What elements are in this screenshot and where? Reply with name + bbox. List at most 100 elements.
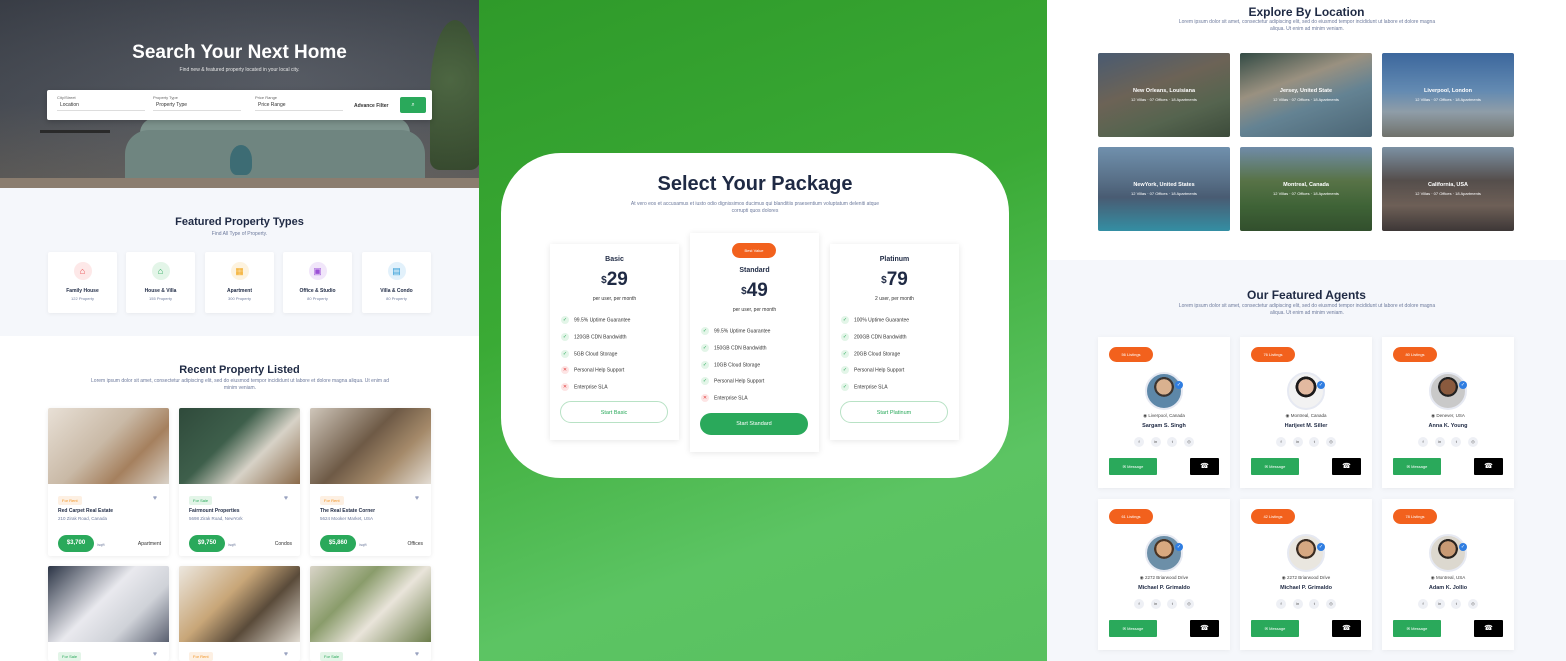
message-button[interactable]: ✉ Message bbox=[1109, 458, 1157, 475]
twitter-icon[interactable]: t bbox=[1451, 599, 1462, 609]
feature-text: 99.5% Uptime Guarantee bbox=[574, 317, 631, 324]
start-basic-button[interactable]: Start Basic bbox=[560, 401, 668, 423]
property-card[interactable]: For Rent ♥ bbox=[179, 566, 300, 661]
property-card[interactable]: For Rent ♥ The Real Estate Corner 5624 M… bbox=[310, 408, 431, 556]
instagram-icon[interactable]: ◎ bbox=[1467, 599, 1478, 609]
start-standard-button[interactable]: Start Standard bbox=[700, 413, 808, 435]
facebook-icon[interactable]: f bbox=[1418, 599, 1428, 609]
social-links: f in t ◎ bbox=[1418, 437, 1478, 447]
call-button[interactable]: ☎ bbox=[1190, 458, 1219, 475]
verified-icon: ✓ bbox=[1459, 543, 1467, 551]
status-badge: For Sale bbox=[320, 652, 344, 661]
linkedin-icon[interactable]: in bbox=[1292, 437, 1303, 447]
location-card[interactable]: California, USA 12 Villas · 07 Offices ·… bbox=[1382, 147, 1514, 231]
price-unit: /sqft bbox=[228, 542, 236, 547]
property-type-field[interactable]: Property Type Property Type bbox=[153, 95, 241, 111]
feature-item: ✕ Enterprise SLA bbox=[561, 383, 608, 391]
facebook-icon[interactable]: f bbox=[1418, 437, 1428, 447]
facebook-icon[interactable]: f bbox=[1134, 437, 1144, 447]
twitter-icon[interactable]: t bbox=[1451, 437, 1462, 447]
social-links: f in t ◎ bbox=[1134, 599, 1194, 609]
advance-filter-link[interactable]: Advance Filter bbox=[354, 103, 388, 109]
location-card[interactable]: Liverpool, London 12 Villas · 07 Offices… bbox=[1382, 53, 1514, 137]
instagram-icon[interactable]: ◎ bbox=[1467, 437, 1478, 447]
location-card[interactable]: New Orleans, Louisiana 12 Villas · 07 Of… bbox=[1098, 53, 1230, 137]
heart-icon[interactable]: ♥ bbox=[284, 651, 288, 658]
plan-name: Platinum bbox=[879, 256, 910, 263]
heart-icon[interactable]: ♥ bbox=[284, 495, 288, 502]
location-overlay bbox=[1240, 147, 1372, 231]
property-card[interactable]: For Sale ♥ bbox=[310, 566, 431, 661]
location-name: Jersey, United State bbox=[1279, 88, 1333, 94]
property-kind: Offices bbox=[407, 541, 423, 547]
call-button[interactable]: ☎ bbox=[1332, 458, 1361, 475]
facebook-icon[interactable]: f bbox=[1276, 599, 1286, 609]
heart-icon[interactable]: ♥ bbox=[415, 495, 419, 502]
feature-item: ✓ 10GB Cloud Storage bbox=[701, 361, 760, 369]
type-card-villa-condo[interactable]: ▤ Villa & Condo 80 Property bbox=[362, 252, 431, 313]
facebook-icon[interactable]: f bbox=[1276, 437, 1286, 447]
message-button[interactable]: ✉ Message bbox=[1393, 620, 1441, 637]
villa-icon: ⌂ bbox=[151, 262, 170, 280]
twitter-icon[interactable]: t bbox=[1309, 599, 1320, 609]
heart-icon[interactable]: ♥ bbox=[153, 651, 157, 658]
twitter-icon[interactable]: t bbox=[1309, 437, 1320, 447]
call-button[interactable]: ☎ bbox=[1332, 620, 1361, 637]
type-card-family-house[interactable]: ⌂ Family House 122 Property bbox=[48, 252, 117, 313]
call-button[interactable]: ☎ bbox=[1474, 458, 1503, 475]
type-card-apartment[interactable]: ▦ Apartment 300 Property bbox=[205, 252, 274, 313]
city-input[interactable]: Location bbox=[57, 102, 145, 111]
instagram-icon[interactable]: ◎ bbox=[1183, 599, 1194, 609]
message-button[interactable]: ✉ Message bbox=[1251, 458, 1299, 475]
city-field[interactable]: City/Street Location bbox=[57, 95, 145, 111]
price-range-field[interactable]: Price Range Price Range bbox=[255, 95, 343, 111]
social-links: f in t ◎ bbox=[1276, 599, 1336, 609]
property-card[interactable]: For Sale ♥ bbox=[48, 566, 169, 661]
twitter-icon[interactable]: t bbox=[1167, 437, 1178, 447]
property-card[interactable]: For Rent ♥ Red Carpet Real Estate 210 Zi… bbox=[48, 408, 169, 556]
linkedin-icon[interactable]: in bbox=[1434, 599, 1445, 609]
twitter-icon[interactable]: t bbox=[1167, 599, 1178, 609]
right-panel: Explore By Location Lorem ipsum dolor si… bbox=[1047, 0, 1566, 661]
feature-item: ✓ 100% Uptime Guarantee bbox=[841, 316, 909, 324]
feature-item: ✓ 200GB CDN Bandwidth bbox=[841, 333, 907, 341]
location-card[interactable]: NewYork, United States 12 Villas · 07 Of… bbox=[1098, 147, 1230, 231]
avatar bbox=[1429, 534, 1467, 572]
feature-item: ✓ Enterprise SLA bbox=[841, 383, 888, 391]
message-button[interactable]: ✉ Message bbox=[1393, 458, 1441, 475]
social-links: f in t ◎ bbox=[1418, 599, 1478, 609]
phone-icon: ☎ bbox=[1342, 463, 1351, 470]
message-button[interactable]: ✉ Message bbox=[1251, 620, 1299, 637]
call-button[interactable]: ☎ bbox=[1190, 620, 1219, 637]
heart-icon[interactable]: ♥ bbox=[153, 495, 157, 502]
price-range-select[interactable]: Price Range bbox=[255, 102, 343, 111]
call-button[interactable]: ☎ bbox=[1474, 620, 1503, 637]
linkedin-icon[interactable]: in bbox=[1150, 437, 1161, 447]
verified-icon: ✓ bbox=[1175, 543, 1183, 551]
search-button[interactable]: ⌕ bbox=[400, 97, 426, 113]
property-type-select[interactable]: Property Type bbox=[153, 102, 241, 111]
linkedin-icon[interactable]: in bbox=[1292, 599, 1303, 609]
location-name: Montreal, Canada bbox=[1283, 182, 1329, 188]
property-image bbox=[310, 408, 431, 484]
location-card[interactable]: Jersey, United State 12 Villas · 07 Offi… bbox=[1240, 53, 1372, 137]
verified-icon: ✓ bbox=[1459, 381, 1467, 389]
location-card[interactable]: Montreal, Canada 12 Villas · 07 Offices … bbox=[1240, 147, 1372, 231]
check-icon: ✓ bbox=[561, 333, 569, 341]
type-card-house-villa[interactable]: ⌂ House & Villa 155 Property bbox=[126, 252, 195, 313]
type-card-office-studio[interactable]: ▣ Office & Studio 80 Property bbox=[283, 252, 352, 313]
location-overlay bbox=[1098, 53, 1230, 137]
message-button[interactable]: ✉ Message bbox=[1109, 620, 1157, 637]
feature-text: Enterprise SLA bbox=[574, 384, 608, 391]
start-platinum-button[interactable]: Start Platinum bbox=[840, 401, 948, 423]
facebook-icon[interactable]: f bbox=[1134, 599, 1144, 609]
agent-name: Adam K. Jollio bbox=[1428, 585, 1468, 591]
instagram-icon[interactable]: ◎ bbox=[1325, 599, 1336, 609]
linkedin-icon[interactable]: in bbox=[1434, 437, 1445, 447]
heart-icon[interactable]: ♥ bbox=[415, 651, 419, 658]
instagram-icon[interactable]: ◎ bbox=[1325, 437, 1336, 447]
instagram-icon[interactable]: ◎ bbox=[1183, 437, 1194, 447]
listings-badge: 80 Listings bbox=[1393, 347, 1437, 362]
linkedin-icon[interactable]: in bbox=[1150, 599, 1161, 609]
property-card[interactable]: For Sale ♥ Fairmount Properties 5698 Zir… bbox=[179, 408, 300, 556]
